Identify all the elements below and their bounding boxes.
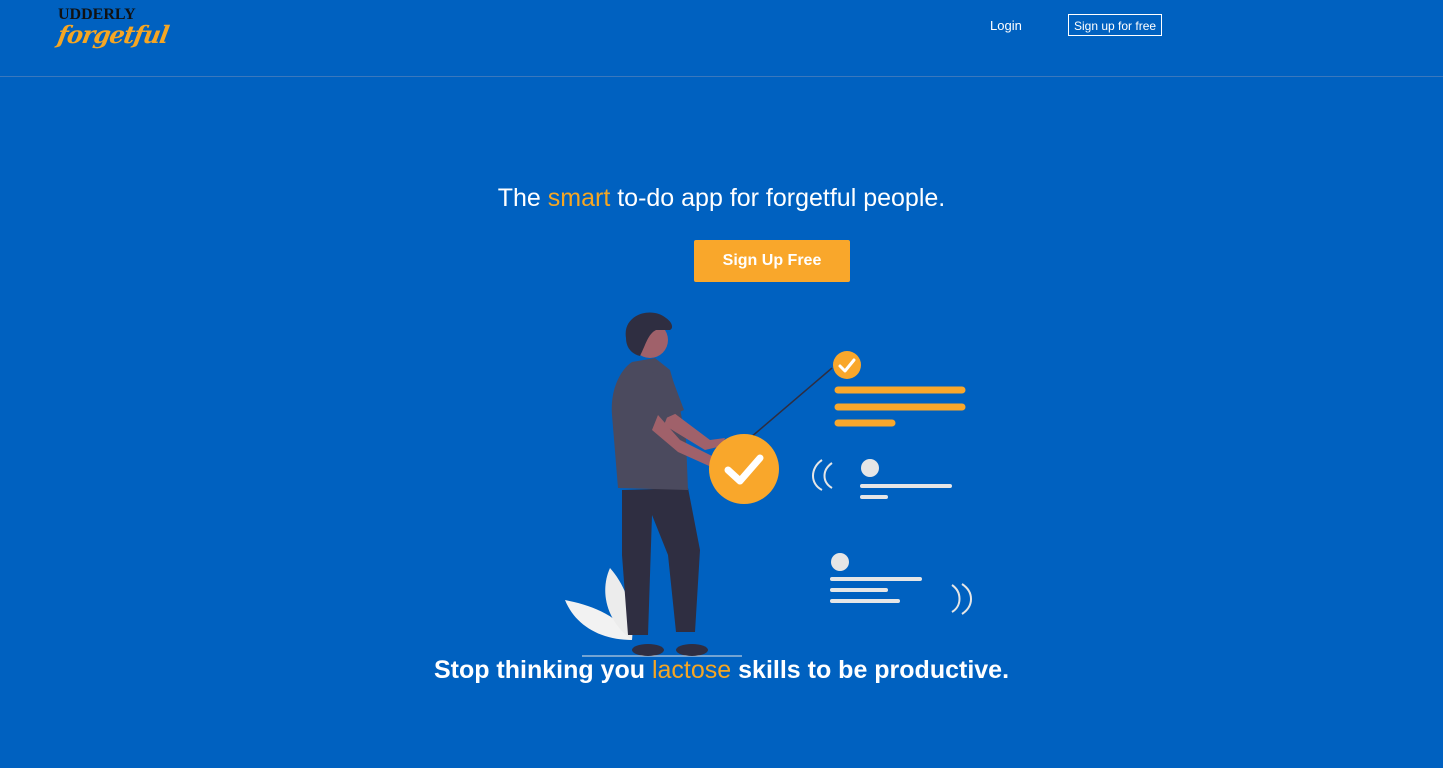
tagline-post: skills to be productive.: [731, 656, 1010, 684]
person-shoe-right: [676, 644, 708, 656]
big-check-circle-icon: [709, 434, 779, 504]
signal-waves-icon-left: [812, 459, 823, 491]
brand-logo[interactable]: UDDERLY forgetful: [55, 6, 170, 58]
hero-title-accent: smart: [547, 184, 611, 212]
top-navigation-bar: UDDERLY forgetful Login Sign up for free: [0, 0, 1443, 77]
hero-title-pre: The: [497, 184, 548, 212]
login-link[interactable]: Login: [990, 18, 1022, 33]
signal-waves-icon-left-2: [823, 462, 833, 489]
signup-nav-button[interactable]: Sign up for free: [1068, 14, 1163, 36]
hero-title-post: to-do app for forgetful people.: [610, 184, 946, 212]
tagline-pre: Stop thinking you: [433, 656, 652, 684]
check-circle-icon: [833, 351, 861, 379]
hero-title: The smart to-do app for forgetful people…: [0, 184, 1443, 213]
logo-line2: forgetful: [55, 20, 171, 49]
avatar-dot-icon: [861, 459, 879, 477]
person-checking-tasks-illustration: [565, 312, 972, 657]
tagline: Stop thinking you lactose skills to be p…: [0, 656, 1443, 685]
person-shoe-left: [632, 644, 664, 656]
person-legs: [622, 488, 700, 635]
signal-waves-icon-right: [951, 584, 961, 613]
avatar-dot-icon-2: [831, 553, 849, 571]
signal-waves-icon-right-2: [961, 583, 972, 615]
tagline-accent: lactose: [651, 656, 732, 684]
signup-cta-button[interactable]: Sign Up Free: [694, 240, 850, 282]
pointer-line: [749, 367, 833, 439]
